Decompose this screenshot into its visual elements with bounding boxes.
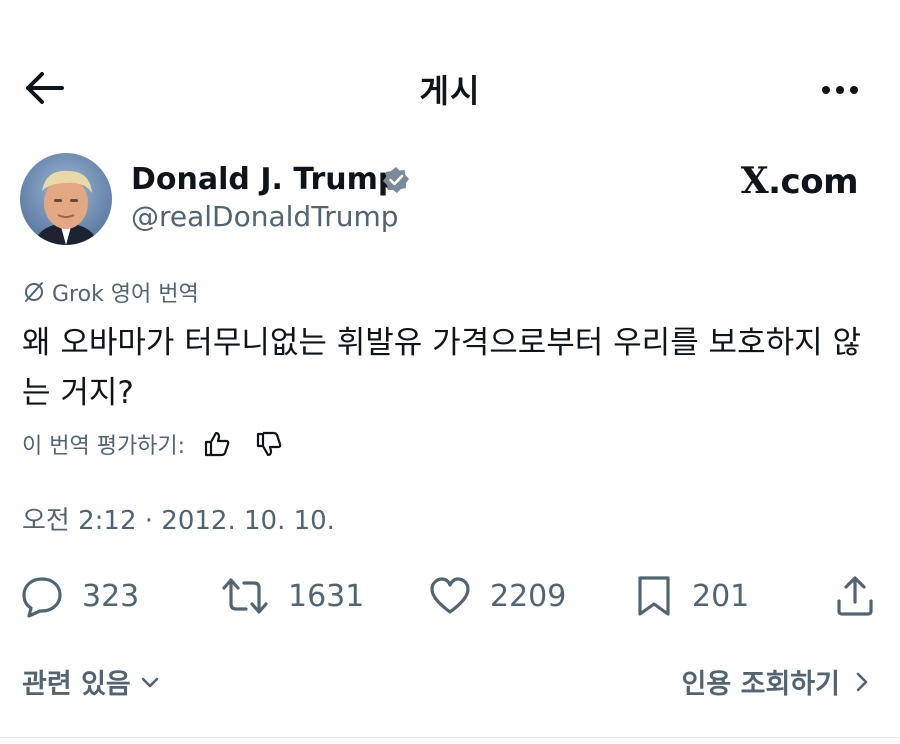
related-label: 관련 있음 (22, 669, 131, 700)
chevron-right-icon (856, 672, 868, 691)
grok-icon (25, 282, 43, 302)
page-title: 게시 (419, 72, 481, 110)
grok-label-text: Grok 영어 번역 (52, 282, 199, 307)
heart-icon (430, 577, 470, 614)
x-com-watermark: X.com (740, 160, 859, 202)
thumbs-up-icon (204, 431, 230, 457)
more-options-button[interactable] (818, 76, 862, 104)
bookmark-count: 201 (692, 578, 750, 614)
retweet-icon (222, 578, 268, 614)
reply-button[interactable]: 323 (20, 572, 139, 620)
view-quotes-link[interactable]: 인용 조회하기 (682, 662, 872, 701)
bookmark-icon (638, 576, 670, 616)
reply-count: 323 (82, 578, 140, 614)
thumbs-down-button[interactable] (249, 424, 289, 464)
thumbs-up-button[interactable] (197, 424, 237, 464)
rate-translation-row: 이 번역 평가하기: (22, 424, 289, 464)
divider (0, 737, 900, 738)
bookmark-button[interactable]: 201 (634, 572, 749, 620)
tweet-timestamp[interactable]: 오전 2:12 · 2012. 10. 10. (22, 500, 335, 537)
grok-translation-label: Grok 영어 번역 (22, 276, 199, 308)
like-count: 2209 (490, 578, 567, 614)
like-button[interactable]: 2209 (428, 572, 566, 620)
display-name[interactable]: Donald J. Trump (131, 162, 399, 197)
thumbs-down-icon (256, 431, 282, 457)
share-icon (837, 576, 873, 616)
tweet-text: 왜 오바마가 터무니없는 휘발유 가격으로부터 우리를 보호하지 않는 거지? (22, 325, 862, 411)
reply-icon (22, 577, 62, 618)
user-handle[interactable]: @realDonaldTrump (131, 200, 399, 233)
more-dots-icon (822, 86, 858, 94)
retweet-count: 1631 (288, 578, 365, 614)
verified-badge-icon (382, 166, 410, 194)
related-dropdown[interactable]: 관련 있음 (22, 662, 161, 701)
chevron-down-icon (141, 677, 159, 687)
rate-translation-label: 이 번역 평가하기: (22, 434, 186, 459)
view-quotes-label: 인용 조회하기 (681, 669, 840, 700)
avatar[interactable] (20, 153, 112, 245)
share-button[interactable] (833, 572, 877, 620)
retweet-button[interactable]: 1631 (220, 572, 364, 620)
